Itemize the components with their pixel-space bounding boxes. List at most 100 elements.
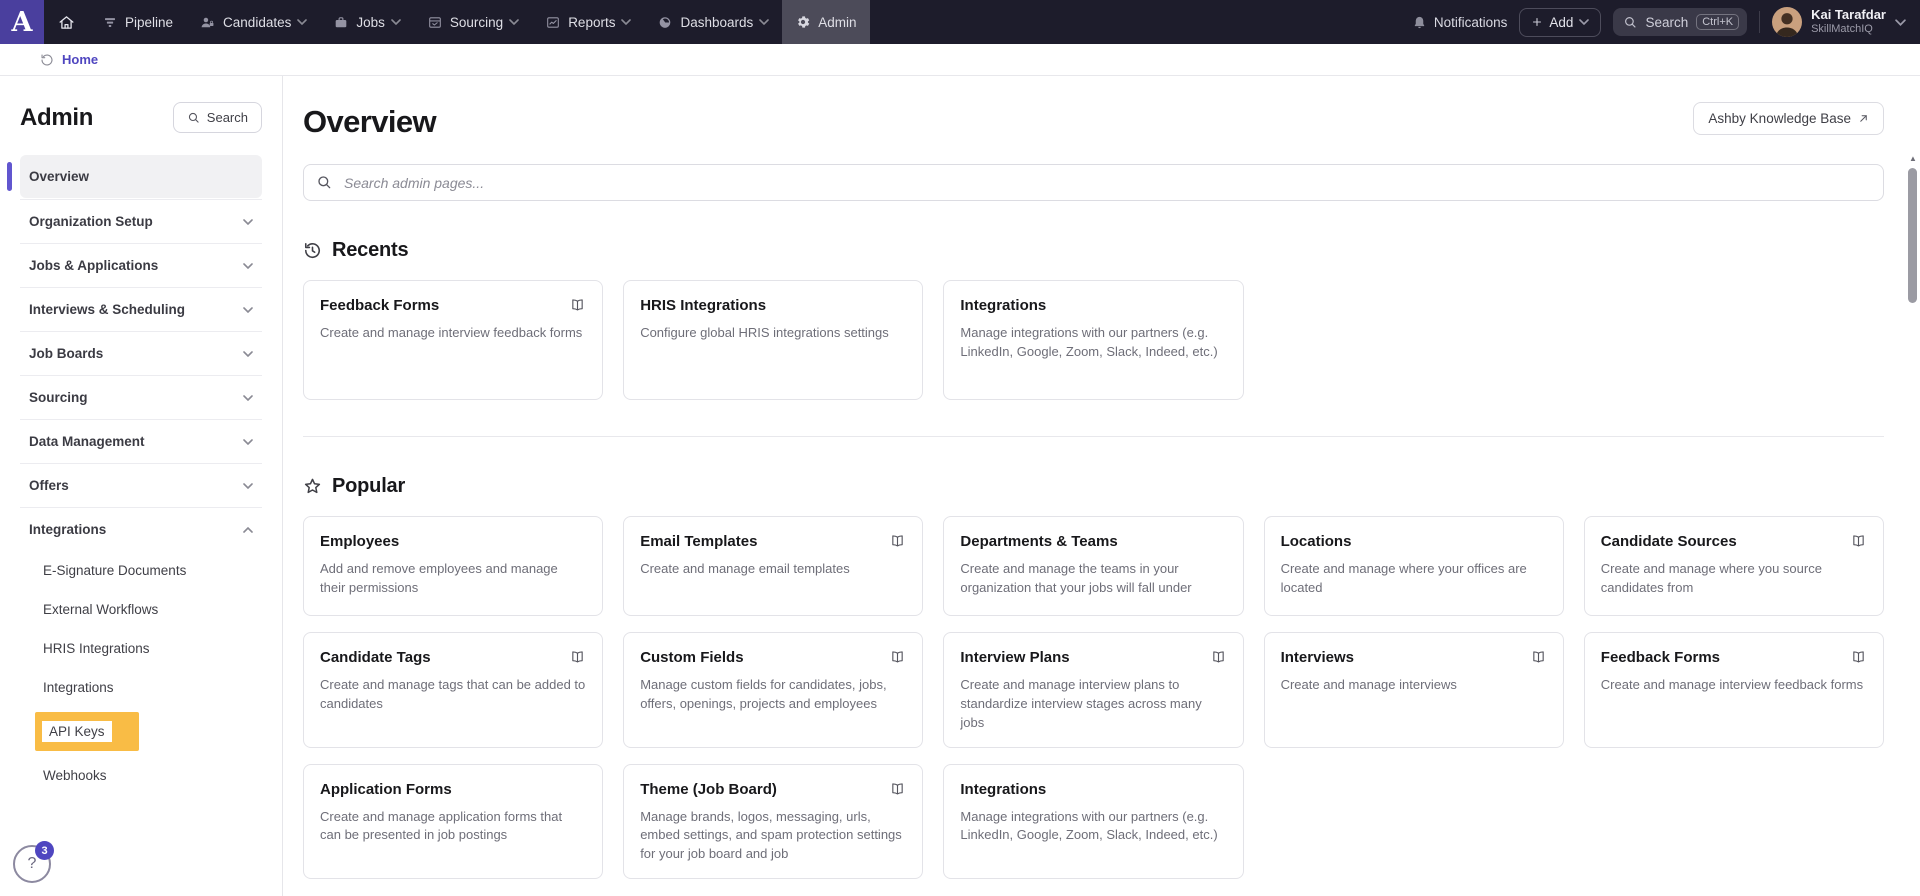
scrollbar-up-arrow[interactable]: ▲: [1908, 154, 1918, 164]
sidebar-subitem-external-workflows[interactable]: External Workflows: [20, 590, 262, 629]
dashboards-icon: [657, 15, 673, 30]
user-name: Kai Tarafdar: [1811, 7, 1886, 23]
sidebar-item-interviews-scheduling[interactable]: Interviews & Scheduling: [20, 288, 262, 332]
notifications-label: Notifications: [1433, 14, 1508, 30]
card-description: Manage custom fields for candidates, job…: [640, 677, 887, 711]
card-title: Departments & Teams: [960, 533, 1118, 550]
plus-icon: [1531, 16, 1543, 28]
breadcrumb-home-link[interactable]: Home: [62, 52, 98, 67]
popular-title: Popular: [332, 475, 406, 497]
card-description: Add and remove employees and manage thei…: [320, 561, 558, 595]
external-link-icon: [1858, 113, 1869, 124]
home-button[interactable]: [44, 0, 89, 44]
search-icon: [1623, 15, 1637, 29]
nav-item-reports[interactable]: Reports: [532, 0, 644, 44]
card-description: Create and manage application forms that…: [320, 808, 563, 843]
popular-card-grid: Employees Add and remove employees and ma…: [303, 516, 1884, 880]
sidebar-item-organization-setup[interactable]: Organization Setup: [20, 199, 262, 244]
sidebar-subitem-hris-integrations[interactable]: HRIS Integrations: [20, 629, 262, 668]
admin-card-candidate-sources[interactable]: Candidate Sources Create and manage where…: [1583, 516, 1884, 616]
nav-item-dashboards[interactable]: Dashboards: [644, 0, 782, 44]
scrollbar[interactable]: ▲: [1908, 154, 1918, 890]
admin-card-interviews[interactable]: Interviews Create and manage interviews: [1263, 632, 1564, 748]
admin-card-email-templates[interactable]: Email Templates Create and manage email t…: [623, 516, 924, 616]
sidebar-subitem-label: HRIS Integrations: [43, 641, 150, 656]
admin-card-hris-integrations[interactable]: HRIS Integrations Configure global HRIS i…: [623, 280, 924, 400]
admin-card-custom-fields[interactable]: Custom Fields Manage custom fields for ca…: [623, 632, 924, 748]
nav-item-admin[interactable]: Admin: [782, 0, 870, 44]
sidebar-subitem-label: Integrations: [43, 680, 114, 695]
card-description: Manage integrations with our partners (e…: [960, 325, 1218, 359]
nav-item-candidates[interactable]: Candidates: [186, 0, 320, 44]
card-header: Feedback Forms: [320, 295, 586, 314]
jobs-icon: [333, 15, 349, 30]
chevron-down-icon: [621, 19, 632, 25]
global-search-button[interactable]: Search Ctrl+K: [1613, 8, 1748, 36]
avatar: [1772, 7, 1803, 37]
notifications-button[interactable]: Notifications: [1412, 14, 1508, 30]
card-description: Create and manage interview plans to sta…: [960, 677, 1202, 730]
sidebar-item-sourcing[interactable]: Sourcing: [20, 376, 262, 420]
sidebar-item-jobs-applications[interactable]: Jobs & Applications: [20, 244, 262, 288]
docs-book-icon: [1530, 649, 1547, 665]
chevron-down-icon: [297, 19, 308, 25]
admin-card-theme-job-board-[interactable]: Theme (Job Board) Manage brands, logos, m…: [623, 763, 924, 880]
sidebar-item-integrations[interactable]: Integrations: [20, 508, 262, 551]
nav-item-label: Candidates: [223, 14, 292, 30]
admin-card-candidate-tags[interactable]: Candidate Tags Create and manage tags tha…: [303, 632, 604, 748]
user-menu[interactable]: Kai Tarafdar SkillMatchIQ: [1772, 7, 1906, 37]
chevron-up-icon: [243, 526, 253, 533]
card-description: Create and manage where you source candi…: [1600, 561, 1822, 595]
ashby-logo[interactable]: A: [0, 0, 44, 44]
scrollbar-thumb[interactable]: [1908, 168, 1917, 303]
add-button[interactable]: Add: [1519, 7, 1602, 37]
nav-item-jobs[interactable]: Jobs: [320, 0, 414, 44]
nav-item-sourcing[interactable]: Sourcing: [414, 0, 532, 44]
sidebar-item-label: Data Management: [29, 434, 145, 449]
knowledge-base-button[interactable]: Ashby Knowledge Base: [1693, 102, 1884, 135]
sidebar-search-button[interactable]: Search: [172, 102, 262, 133]
admin-card-employees[interactable]: Employees Add and remove employees and ma…: [303, 516, 604, 616]
card-description: Create and manage tags that can be added…: [320, 677, 586, 711]
admin-card-integrations[interactable]: Integrations Manage integrations with our…: [943, 280, 1244, 400]
admin-card-feedback-forms[interactable]: Feedback Forms Create and manage intervie…: [1583, 632, 1884, 748]
topbar-right: Notifications Add Search Ctrl+K Kai Tara: [1412, 0, 1920, 44]
card-title: Interview Plans: [960, 649, 1070, 666]
card-header: Theme (Job Board): [640, 779, 906, 798]
admin-card-interview-plans[interactable]: Interview Plans Create and manage intervi…: [943, 632, 1244, 748]
sidebar-subitem-api-keys[interactable]: API Keys: [20, 707, 262, 756]
nav-item-label: Jobs: [356, 14, 385, 30]
reports-icon: [545, 15, 561, 30]
admin-pages-search-input[interactable]: [303, 164, 1884, 201]
sidebar-item-job-boards[interactable]: Job Boards: [20, 332, 262, 376]
candidates-icon: [199, 15, 216, 30]
sidebar-item-overview[interactable]: Overview: [7, 155, 262, 198]
sidebar-item-offers[interactable]: Offers: [20, 464, 262, 508]
chevron-down-icon: [243, 394, 253, 401]
sourcing-icon: [427, 15, 443, 30]
chevron-down-icon: [243, 350, 253, 357]
sidebar-subitem-integrations[interactable]: Integrations: [20, 668, 262, 707]
knowledge-base-label: Ashby Knowledge Base: [1708, 111, 1851, 126]
card-header: Departments & Teams: [960, 531, 1226, 550]
sidebar-subitem-label: Webhooks: [43, 768, 107, 783]
sidebar-subitem-webhooks[interactable]: Webhooks: [20, 756, 262, 795]
search-icon: [316, 174, 332, 190]
nav-item-pipeline[interactable]: Pipeline: [89, 0, 186, 44]
docs-book-icon: [1850, 533, 1867, 549]
sidebar-item-data-management[interactable]: Data Management: [20, 420, 262, 464]
admin-card-application-forms[interactable]: Application Forms Create and manage appli…: [303, 763, 604, 880]
sidebar-subitem-e-signature-documents[interactable]: E-Signature Documents: [20, 551, 262, 590]
chevron-down-icon: [509, 19, 519, 25]
admin-card-departments-teams[interactable]: Departments & Teams Create and manage the…: [943, 516, 1244, 616]
admin-card-feedback-forms[interactable]: Feedback Forms Create and manage intervie…: [303, 280, 604, 400]
search-icon: [187, 111, 200, 124]
admin-card-locations[interactable]: Locations Create and manage where your of…: [1263, 516, 1564, 616]
chevron-down-icon: [1895, 18, 1906, 26]
help-button[interactable]: ? 3: [13, 841, 54, 883]
sidebar-item-label: Organization Setup: [29, 214, 153, 229]
chevron-down-icon: [243, 262, 253, 269]
sidebar-item-label: Integrations: [29, 522, 107, 537]
admin-card-integrations[interactable]: Integrations Manage integrations with our…: [943, 763, 1244, 880]
chevron-down-icon: [759, 19, 770, 25]
